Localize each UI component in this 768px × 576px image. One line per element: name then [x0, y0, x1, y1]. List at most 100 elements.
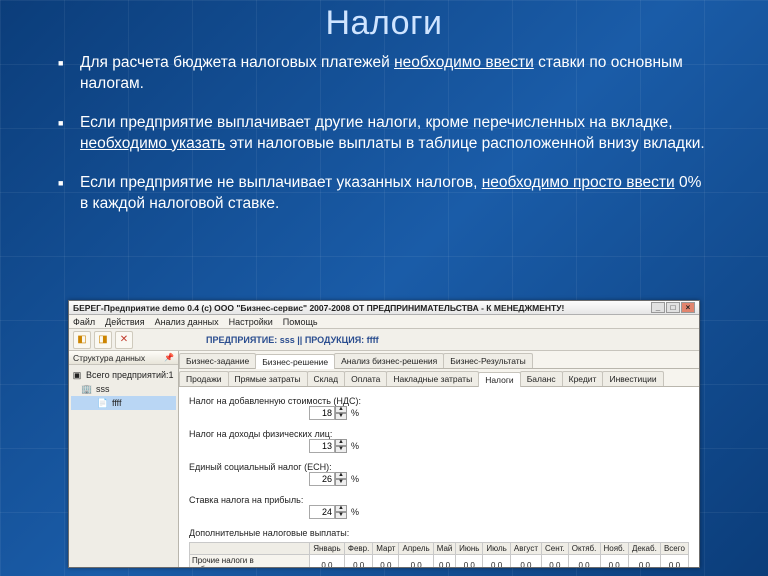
month-col: Декаб.: [628, 543, 660, 555]
spin-up[interactable]: ▲: [335, 406, 347, 413]
sidebar: Структура данных 📌 ▣ Всего предприятий:1…: [69, 351, 179, 567]
grid-cell[interactable]: 0,0: [600, 555, 628, 568]
tab-warehouse[interactable]: Склад: [307, 371, 346, 386]
spin-up[interactable]: ▲: [335, 472, 347, 479]
text: Для расчета бюджета налоговых платежей: [80, 54, 394, 71]
minimize-button[interactable]: _: [651, 302, 665, 313]
slide-title: Налоги: [0, 0, 768, 43]
tab-balance[interactable]: Баланс: [520, 371, 563, 386]
tax-income-input[interactable]: [309, 439, 335, 453]
month-col: Апрель: [399, 543, 434, 555]
grid-cell[interactable]: 0,0: [628, 555, 660, 568]
tax-esn-input[interactable]: [309, 472, 335, 486]
menu-file[interactable]: Файл: [73, 315, 95, 328]
toolbar: ◧ ◨ ✕ ПРЕДПРИЯТИЕ: sss || ПРОДУКЦИЯ: fff…: [69, 329, 699, 351]
month-col: Январь: [310, 543, 345, 555]
tree-node-product[interactable]: 📄 ffff: [71, 396, 176, 410]
text: Если предприятие не выплачивает указанны…: [80, 174, 482, 191]
month-col: Июнь: [456, 543, 483, 555]
enterprise-icon: 🏢: [81, 383, 93, 395]
month-col: Октяб.: [568, 543, 600, 555]
app-window: БЕРЕГ-Предприятие demo 0.4 (c) ООО "Бизн…: [68, 300, 700, 568]
text: Если предприятие выплачивает другие нало…: [80, 114, 673, 131]
menu-settings[interactable]: Настройки: [229, 315, 273, 328]
tab-business-task[interactable]: Бизнес-задание: [179, 353, 256, 368]
spin-down[interactable]: ▼: [335, 479, 347, 486]
grid-cell[interactable]: 0,0: [542, 555, 569, 568]
toolbar-btn-delete[interactable]: ✕: [115, 331, 133, 349]
toolbar-btn-1[interactable]: ◧: [73, 331, 91, 349]
product-icon: 📄: [97, 397, 109, 409]
tree-label: ffff: [112, 398, 122, 408]
main-panel: Бизнес-задание Бизнес-решение Анализ биз…: [179, 351, 699, 567]
grid-cell[interactable]: 0,0: [399, 555, 434, 568]
grid-row-label: Прочие налоги в себестоимост: [190, 555, 310, 568]
toolbar-btn-2[interactable]: ◨: [94, 331, 112, 349]
extra-taxes-label: Дополнительные налоговые выплаты:: [189, 528, 689, 538]
tax-vat-label: Налог на добавленную стоимость (НДС):: [189, 396, 689, 406]
tab-overhead[interactable]: Накладные затраты: [386, 371, 479, 386]
grid-cell[interactable]: 0,0: [568, 555, 600, 568]
grid-cell[interactable]: 0,0: [310, 555, 345, 568]
percent-sign: %: [351, 408, 359, 418]
tab-credit[interactable]: Кредит: [562, 371, 604, 386]
sidebar-header: Структура данных 📌: [69, 351, 178, 365]
spin-down[interactable]: ▼: [335, 413, 347, 420]
spin-up[interactable]: ▲: [335, 439, 347, 446]
maximize-button[interactable]: □: [666, 302, 680, 313]
tab-investments[interactable]: Инвестиции: [602, 371, 663, 386]
tree-node-enterprise[interactable]: 🏢 sss: [71, 382, 176, 396]
grid-corner: [190, 543, 310, 555]
month-col: Август: [510, 543, 541, 555]
bullet-1: Для расчета бюджета налоговых платежей н…: [80, 53, 708, 95]
enterprise-label: ПРЕДПРИЯТИЕ: sss || ПРОДУКЦИЯ: ffff: [206, 335, 379, 345]
tab-payment[interactable]: Оплата: [344, 371, 387, 386]
month-col: Июль: [483, 543, 510, 555]
menu-actions[interactable]: Действия: [105, 315, 144, 328]
tax-income-label: Налог на доходы физических лиц:: [189, 429, 689, 439]
month-col: Всего: [660, 543, 688, 555]
month-col: Март: [373, 543, 399, 555]
grid-cell[interactable]: 0,0: [660, 555, 688, 568]
spin-down[interactable]: ▼: [335, 446, 347, 453]
titlebar: БЕРЕГ-Предприятие demo 0.4 (c) ООО "Бизн…: [69, 301, 699, 315]
tax-profit-input[interactable]: [309, 505, 335, 519]
tab-taxes[interactable]: Налоги: [478, 372, 521, 387]
spin-down[interactable]: ▼: [335, 512, 347, 519]
grid-cell[interactable]: 0,0: [373, 555, 399, 568]
menu-help[interactable]: Помощь: [283, 315, 318, 328]
spin-up[interactable]: ▲: [335, 505, 347, 512]
tree-label: Всего предприятий:1: [86, 370, 174, 380]
tax-profit-label: Ставка налога на прибыль:: [189, 495, 689, 505]
menubar: Файл Действия Анализ данных Настройки По…: [69, 315, 699, 329]
tab-business-solution[interactable]: Бизнес-решение: [255, 354, 335, 369]
month-col: Сент.: [542, 543, 569, 555]
month-col: Нояб.: [600, 543, 628, 555]
text-underlined: необходимо указать: [80, 135, 225, 152]
grid-header-row: Январь Февр. Март Апрель Май Июнь Июль А…: [190, 543, 689, 555]
tree-root[interactable]: ▣ Всего предприятий:1: [71, 368, 176, 382]
grid-cell[interactable]: 0,0: [483, 555, 510, 568]
folder-icon: ▣: [71, 369, 83, 381]
tab-business-results[interactable]: Бизнес-Результаты: [443, 353, 533, 368]
month-col: Февр.: [344, 543, 372, 555]
grid-cell[interactable]: 0,0: [456, 555, 483, 568]
grid-cell[interactable]: 0,0: [510, 555, 541, 568]
pin-icon[interactable]: 📌: [164, 351, 174, 365]
grid-cell[interactable]: 0,0: [344, 555, 372, 568]
sidebar-title: Структура данных: [73, 351, 145, 365]
tab-direct-costs[interactable]: Прямые затраты: [228, 371, 308, 386]
percent-sign: %: [351, 507, 359, 517]
bullet-2: Если предприятие выплачивает другие нало…: [80, 113, 708, 155]
close-button[interactable]: ×: [681, 302, 695, 313]
tax-esn-label: Единый социальный налог (ЕСН):: [189, 462, 689, 472]
tax-vat-input[interactable]: [309, 406, 335, 420]
tab-sales[interactable]: Продажи: [179, 371, 229, 386]
tab-solution-analysis[interactable]: Анализ бизнес-решения: [334, 353, 444, 368]
text-underlined: необходимо ввести: [394, 54, 534, 71]
tree: ▣ Всего предприятий:1 🏢 sss 📄 ffff: [69, 365, 178, 567]
month-col: Май: [433, 543, 455, 555]
grid-cell[interactable]: 0,0: [433, 555, 455, 568]
menu-analysis[interactable]: Анализ данных: [155, 315, 219, 328]
grid-data-row: Прочие налоги в себестоимост 0,0 0,0 0,0…: [190, 555, 689, 568]
